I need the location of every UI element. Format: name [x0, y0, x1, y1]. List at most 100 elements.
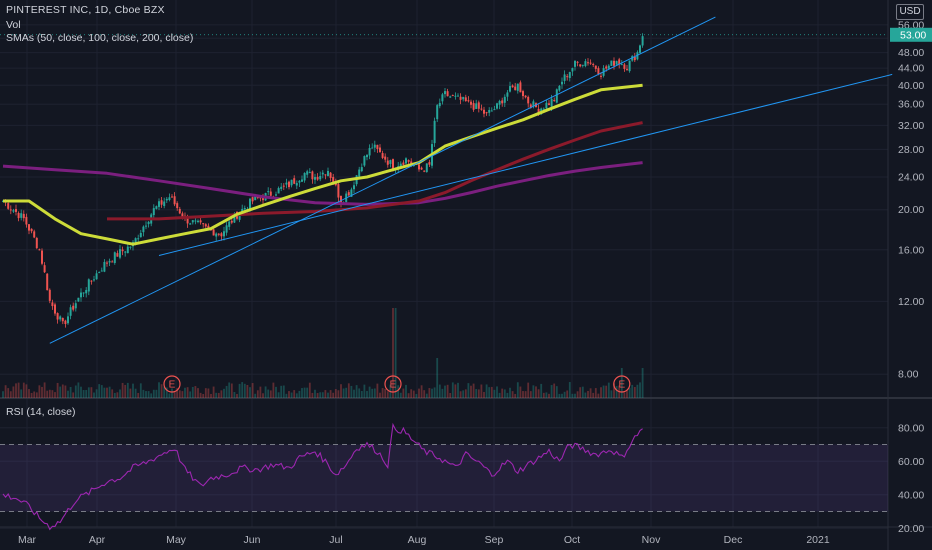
candle-body	[626, 68, 628, 70]
volume-bar	[121, 382, 124, 398]
volume-bar	[303, 387, 306, 398]
volume-bar	[423, 390, 426, 398]
candle-body	[550, 98, 553, 107]
price-chart[interactable]: E E E 8.00 12.00 16.00 20.00 24.00 28.00 32.00 36.…	[0, 0, 932, 550]
candle-body	[480, 108, 483, 110]
volume-bar	[233, 391, 236, 398]
volume-bar	[576, 391, 579, 398]
candle-body	[77, 297, 80, 302]
candle-body	[87, 279, 90, 292]
volume-bar	[407, 393, 410, 398]
volume-bar	[38, 385, 41, 398]
volume-bar	[490, 386, 493, 398]
volume-bar	[399, 392, 402, 398]
candle-body	[295, 183, 298, 186]
volume-bar	[259, 386, 262, 398]
candle-body	[639, 45, 641, 53]
candle-body	[581, 64, 584, 66]
candle-body	[438, 102, 441, 107]
volume-bar	[116, 392, 119, 398]
candle-body	[197, 220, 199, 222]
candle-body	[228, 221, 231, 227]
candle	[77, 297, 80, 302]
volume-bar	[327, 392, 329, 398]
volume-bar	[529, 391, 532, 398]
candle-body	[301, 179, 303, 182]
candle-body	[282, 185, 285, 187]
price-tick-label: 24.00	[898, 171, 924, 183]
candle-body	[251, 197, 254, 202]
candle-body	[449, 96, 452, 98]
candle-body	[561, 81, 563, 85]
volume-bar	[522, 391, 524, 398]
volume-bar	[15, 383, 17, 398]
candle-body	[327, 170, 329, 176]
volume-bar	[431, 388, 433, 398]
candle-body	[28, 224, 30, 231]
volume-bar	[477, 389, 480, 398]
volume-bar	[368, 386, 371, 398]
volume-bar	[139, 383, 142, 398]
candle-body	[298, 180, 301, 183]
candle-body	[454, 95, 457, 97]
volume-bar	[316, 393, 319, 398]
candle-body	[506, 92, 509, 97]
volume-bar	[238, 383, 241, 398]
volume-bar	[288, 391, 290, 398]
candle-body	[470, 101, 472, 105]
candle-body	[620, 64, 623, 66]
candle-body	[163, 201, 166, 207]
volume-bar	[308, 382, 311, 398]
candle-body	[462, 96, 465, 100]
candle-body	[293, 178, 296, 184]
volume-bar	[25, 384, 28, 398]
candle-body	[366, 154, 368, 158]
candle-body	[280, 186, 283, 189]
candle-body	[568, 72, 571, 79]
candle-body	[446, 91, 449, 97]
candle-body	[25, 216, 28, 225]
candle-body	[111, 261, 114, 263]
candle-body	[186, 218, 189, 224]
volume-bar	[82, 389, 85, 398]
candle-body	[389, 160, 392, 164]
candle-body	[373, 144, 376, 148]
candle-body	[126, 246, 129, 254]
volume-bar	[111, 389, 114, 398]
volume-bar	[496, 386, 498, 398]
volume-bar	[262, 393, 264, 398]
candle-body	[587, 62, 589, 64]
volume-bar	[587, 390, 589, 398]
volume-bar	[506, 392, 509, 398]
volume-bar	[347, 383, 350, 398]
candle-body	[548, 103, 550, 105]
volume-bar	[381, 388, 384, 398]
candle-body	[503, 96, 506, 103]
volume-bar	[67, 390, 69, 398]
candle-body	[15, 209, 17, 212]
price-tick-label: 16.00	[898, 244, 924, 256]
earnings-label: E	[390, 380, 397, 391]
candle-body	[217, 233, 220, 235]
candle-body	[368, 147, 371, 156]
volume-bar	[275, 386, 277, 398]
volume-bar	[43, 382, 46, 398]
currency-button[interactable]: USD	[896, 4, 924, 20]
volume-bar	[160, 384, 163, 398]
volume-bar	[602, 385, 605, 398]
volume-bar	[30, 392, 33, 398]
candle-body	[457, 95, 459, 97]
candle-body	[451, 95, 454, 97]
candle-body	[178, 208, 181, 214]
volume-bar	[132, 383, 134, 398]
volume-bar	[358, 388, 361, 398]
candle-body	[475, 103, 478, 109]
volume-bar	[579, 387, 582, 398]
volume-bar	[90, 387, 93, 398]
volume-bar	[113, 392, 116, 398]
volume-bar	[254, 393, 257, 398]
volume-bar	[199, 392, 202, 398]
sma-legend: SMAs (50, close, 100, close, 200, close)	[6, 32, 194, 44]
volume-bar	[223, 388, 225, 398]
volume-bar	[446, 384, 449, 398]
